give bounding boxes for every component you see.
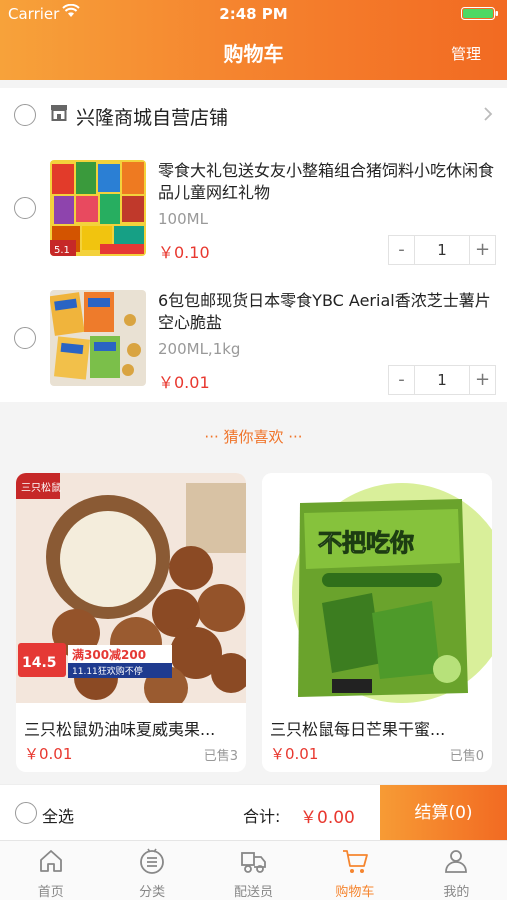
- store-checkbox[interactable]: [14, 104, 36, 126]
- store-name: 兴隆商城自营店铺: [76, 107, 229, 129]
- item-checkbox[interactable]: [14, 197, 36, 219]
- promo-price: 14.5: [22, 655, 57, 671]
- store-icon: [51, 105, 67, 121]
- tab-label: 首页: [37, 885, 64, 900]
- product-image[interactable]: 三只松鼠 14.5 满300减200 11.11狂欢购不停: [16, 473, 246, 710]
- checkout-bar: 全选 合计: ￥0.00 结算(0): [0, 784, 507, 841]
- clock: 2:48 PM: [219, 5, 288, 23]
- total-label: 合计:: [243, 807, 281, 826]
- sold-count: 已售0: [449, 749, 484, 764]
- tab-delivery[interactable]: 配送员: [203, 841, 304, 900]
- tab-cart[interactable]: 购物车: [304, 841, 405, 900]
- card-title[interactable]: 三只松鼠每日芒果干蜜...: [270, 716, 486, 740]
- item-price: ￥0.10: [158, 243, 210, 262]
- quantity-value[interactable]: 1: [414, 366, 470, 394]
- cart-item: 6包包邮现货日本零食YBC Aerial香浓芝士薯片空心脆盐 200ML,1kg…: [0, 290, 507, 400]
- brand-badge: 三只松鼠: [21, 481, 61, 494]
- select-all-checkbox[interactable]: [15, 802, 37, 824]
- plus-button[interactable]: +: [470, 236, 495, 264]
- tab-label: 配送员: [234, 885, 274, 900]
- chevron-right-icon[interactable]: [483, 106, 493, 122]
- store-row[interactable]: 兴隆商城自营店铺: [0, 88, 507, 144]
- svg-text:5.1: 5.1: [54, 245, 70, 256]
- cart-icon: [342, 850, 368, 873]
- tab-category[interactable]: 分类: [101, 841, 202, 900]
- cart-item: 5.1 零食大礼包送女友小整箱组合猪饲料小吃休闲食品儿童网红礼物 100ML ￥…: [0, 160, 507, 270]
- app-header: Carrier 2:48 PM 购物车 管理: [0, 0, 507, 80]
- item-price: ￥0.01: [158, 373, 210, 392]
- promo-label: 满300减200: [72, 647, 146, 662]
- quantity-stepper: - 1 +: [388, 235, 496, 265]
- recommend-card[interactable]: 三只松鼠 14.5 满300减200 11.11狂欢购不停 三只松鼠奶油味夏威夷…: [16, 473, 246, 772]
- item-spec: 200ML,1kg: [158, 340, 241, 358]
- profile-icon: [445, 850, 468, 873]
- tab-bar: 首页 分类 配送员 购物车 我的: [0, 840, 507, 900]
- select-all-label[interactable]: 全选: [42, 803, 74, 827]
- package-brand: 不把吃你: [318, 529, 414, 557]
- tab-label: 分类: [139, 885, 166, 900]
- category-icon: [140, 848, 165, 874]
- home-icon: [39, 850, 62, 872]
- quantity-stepper: - 1 +: [388, 365, 496, 395]
- manage-button[interactable]: 管理: [451, 43, 481, 64]
- minus-button[interactable]: -: [389, 236, 414, 264]
- plus-button[interactable]: +: [470, 366, 495, 394]
- item-spec: 100ML: [158, 210, 208, 228]
- guess-you-like-heading: ··· 猜你喜欢 ···: [204, 428, 303, 446]
- item-title[interactable]: 6包包邮现货日本零食YBC Aerial香浓芝士薯片空心脆盐: [158, 290, 498, 334]
- card-title[interactable]: 三只松鼠奶油味夏威夷果...: [24, 716, 240, 740]
- quantity-value[interactable]: 1: [414, 236, 470, 264]
- tab-label: 购物车: [335, 885, 375, 900]
- checkout-button[interactable]: 结算(0): [380, 785, 507, 841]
- product-image[interactable]: 5.1: [50, 160, 146, 256]
- status-bar: Carrier 2:48 PM: [0, 0, 507, 26]
- cart-section: 兴隆商城自营店铺 5.1 零食大礼包送女友小整箱组合猪饲料小吃休闲食品儿童网红礼…: [0, 88, 507, 402]
- tab-label: 我的: [443, 885, 470, 900]
- product-image[interactable]: 不把吃你: [262, 473, 492, 703]
- recommend-card[interactable]: 不把吃你 三只松鼠每日芒果干蜜... ￥0.01 已售0: [262, 473, 492, 772]
- total-value: ￥0.00: [300, 808, 355, 828]
- item-checkbox[interactable]: [14, 327, 36, 349]
- card-price: ￥0.01: [24, 745, 73, 763]
- sold-count: 已售3: [203, 749, 238, 764]
- product-image[interactable]: [50, 290, 146, 386]
- page-title: 购物车: [223, 42, 284, 66]
- promo-sub: 11.11狂欢购不停: [72, 665, 143, 677]
- battery-icon: [461, 7, 498, 20]
- tab-profile[interactable]: 我的: [406, 841, 507, 900]
- card-price: ￥0.01: [270, 745, 319, 763]
- minus-button[interactable]: -: [389, 366, 414, 394]
- item-title[interactable]: 零食大礼包送女友小整箱组合猪饲料小吃休闲食品儿童网红礼物: [158, 160, 498, 204]
- delivery-icon: [240, 852, 266, 873]
- tab-home[interactable]: 首页: [0, 841, 101, 900]
